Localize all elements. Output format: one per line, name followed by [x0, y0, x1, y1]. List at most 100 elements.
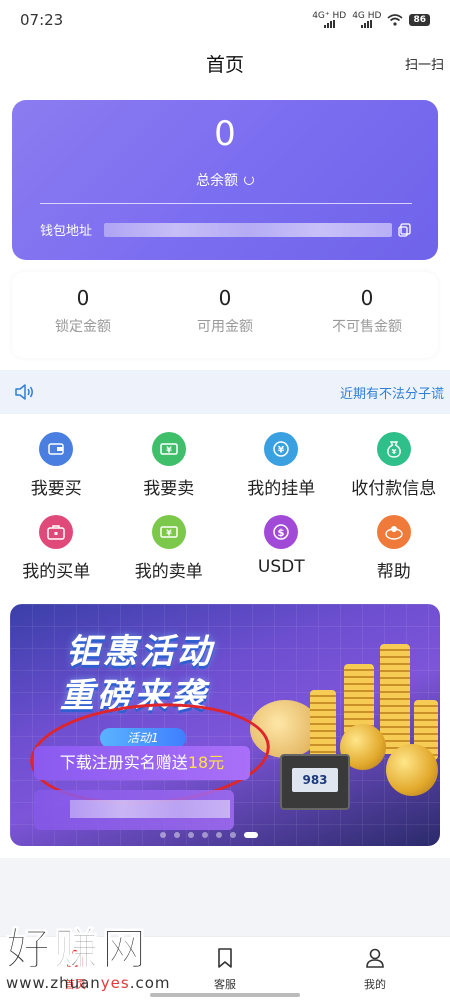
header: 首页 扫一扫 — [0, 40, 450, 86]
tab-label: 我的 — [364, 978, 386, 991]
wifi-icon — [387, 14, 403, 26]
watermark-text: 好赚网 — [6, 924, 150, 975]
carousel-dot[interactable] — [230, 832, 236, 838]
carousel-dot[interactable] — [216, 832, 222, 838]
stat-value: 0 — [76, 286, 90, 310]
wallet-address-row: 钱包地址 — [40, 220, 412, 239]
watermark-url: www.zhuanyes.com — [6, 974, 171, 992]
battery-icon: 86 — [409, 14, 430, 26]
banner-title-line1: 钜惠活动 — [66, 632, 214, 672]
watermark-url-part3: .com — [129, 974, 171, 992]
safe-label: 983 — [292, 768, 338, 792]
menu-label: 我要卖 — [143, 479, 195, 499]
stat-value: 0 — [360, 286, 374, 310]
exchange-icon: ¥ — [264, 432, 299, 466]
scan-button[interactable]: 扫一扫 — [405, 54, 444, 73]
status-time: 07:23 — [20, 11, 64, 29]
stat-label: 不可售金额 — [332, 319, 402, 335]
activity-text: 下载注册实名赠送 — [59, 753, 188, 772]
help-icon — [376, 515, 411, 549]
refresh-icon[interactable] — [244, 175, 254, 185]
home-indicator — [150, 993, 300, 997]
watermark-url-part2: yes — [100, 974, 130, 992]
carousel-dot[interactable] — [174, 832, 180, 838]
menu-label: 我的买单 — [22, 562, 91, 582]
coin-stack-image — [380, 644, 410, 754]
function-menu: 我要买 ¥ 我要卖 ¥ 我的挂单 ¥ 收付款信息 我的买单 ¥ 我的卖单 $ U… — [0, 414, 450, 596]
notice-bar[interactable]: 近期有不法分子谎 — [0, 370, 450, 414]
watermark-url-part1: www.zhuan — [6, 974, 101, 992]
tab-me[interactable]: 我的 — [300, 937, 450, 1000]
activity-text-box: 下载注册实名赠送18元 — [34, 746, 250, 780]
menu-item-my-sell-orders[interactable]: ¥ 我的卖单 — [113, 515, 226, 582]
menu-label: 我要买 — [30, 479, 82, 499]
signal-label-2: 4G HD — [352, 11, 382, 21]
briefcase-icon — [39, 515, 74, 549]
svg-text:¥: ¥ — [166, 529, 172, 538]
menu-item-sell[interactable]: ¥ 我要卖 — [113, 432, 226, 499]
carousel-dots — [160, 832, 258, 838]
total-balance-amount: 0 — [214, 114, 236, 154]
menu-item-buy[interactable]: 我要买 — [0, 432, 113, 499]
stat-label: 可用金额 — [197, 319, 253, 335]
menu-item-usdt[interactable]: $ USDT — [225, 515, 338, 582]
activity-tag: 活动1 — [100, 728, 186, 748]
menu-item-my-buy-orders[interactable]: 我的买单 — [0, 515, 113, 582]
page-title: 首页 — [205, 53, 244, 76]
speaker-icon — [15, 384, 33, 400]
banner-wrap: 钜惠活动 重磅来袭 983 活动1 下载注册实名赠送18元 — [0, 596, 450, 858]
notice-text: 近期有不法分子谎 — [339, 386, 444, 402]
total-balance-text: 总余额 — [196, 173, 238, 189]
tab-customer-service[interactable]: 客服 — [150, 937, 300, 1000]
status-indicators: 4G⁺ HD 4G HD 86 — [312, 12, 430, 28]
user-icon — [366, 948, 384, 968]
coin-image — [386, 744, 438, 796]
menu-label: 我的挂单 — [247, 479, 316, 499]
top-area: 0 总余额 钱包地址 0 锁定金额 0 可用金额 0 不可售金额 — [0, 86, 450, 370]
money-bag-icon: ¥ — [376, 432, 411, 466]
signal-icon-2: 4G HD — [352, 12, 381, 28]
tab-label: 客服 — [214, 978, 236, 991]
balance-card: 0 总余额 钱包地址 — [12, 100, 438, 260]
wallet-address-value — [104, 222, 392, 237]
promo-banner[interactable]: 钜惠活动 重磅来袭 983 活动1 下载注册实名赠送18元 — [10, 604, 440, 846]
menu-label: 我的卖单 — [134, 562, 203, 582]
stat-available: 0 可用金额 — [154, 272, 296, 358]
coin-stack-image — [310, 690, 336, 760]
signal-label-1: 4G⁺ HD — [312, 11, 347, 21]
menu-item-help[interactable]: 帮助 — [338, 515, 450, 582]
carousel-dot[interactable] — [202, 832, 208, 838]
copy-icon[interactable] — [398, 222, 412, 237]
wallet-icon — [39, 432, 74, 466]
stat-locked: 0 锁定金额 — [12, 272, 154, 358]
menu-item-payment-info[interactable]: ¥ 收付款信息 — [338, 432, 450, 499]
page-spacer — [0, 858, 450, 928]
signal-icon: 4G⁺ HD — [312, 12, 346, 28]
menu-label: USDT — [257, 557, 305, 577]
ticket-icon: ¥ — [151, 515, 186, 549]
stat-label: 锁定金额 — [55, 319, 111, 335]
stats-card: 0 锁定金额 0 可用金额 0 不可售金额 — [12, 272, 438, 358]
svg-text:¥: ¥ — [166, 446, 172, 455]
carousel-dot[interactable] — [188, 832, 194, 838]
carousel-dot[interactable] — [160, 832, 166, 838]
cash-icon: ¥ — [151, 432, 186, 466]
card-divider — [40, 203, 412, 204]
svg-text:¥: ¥ — [278, 446, 285, 456]
status-bar: 07:23 4G⁺ HD 4G HD 86 — [0, 0, 450, 40]
dollar-icon: $ — [264, 515, 299, 549]
svg-text:¥: ¥ — [391, 448, 396, 456]
svg-text:$: $ — [278, 528, 285, 539]
watermark: 好赚网 www.zhuanyes.com — [6, 924, 171, 992]
safe-image: 983 — [280, 754, 350, 810]
stat-unsellable: 0 不可售金额 — [296, 272, 438, 358]
menu-item-my-orders[interactable]: ¥ 我的挂单 — [225, 432, 338, 499]
menu-label: 收付款信息 — [351, 479, 437, 499]
stat-value: 0 — [218, 286, 232, 310]
blurred-text — [70, 800, 230, 818]
menu-label: 帮助 — [376, 562, 411, 582]
carousel-dot-active[interactable] — [244, 832, 258, 838]
activity-amount: 18元 — [187, 753, 225, 772]
total-balance-label: 总余额 — [12, 170, 438, 190]
bookmark-icon — [218, 948, 232, 968]
